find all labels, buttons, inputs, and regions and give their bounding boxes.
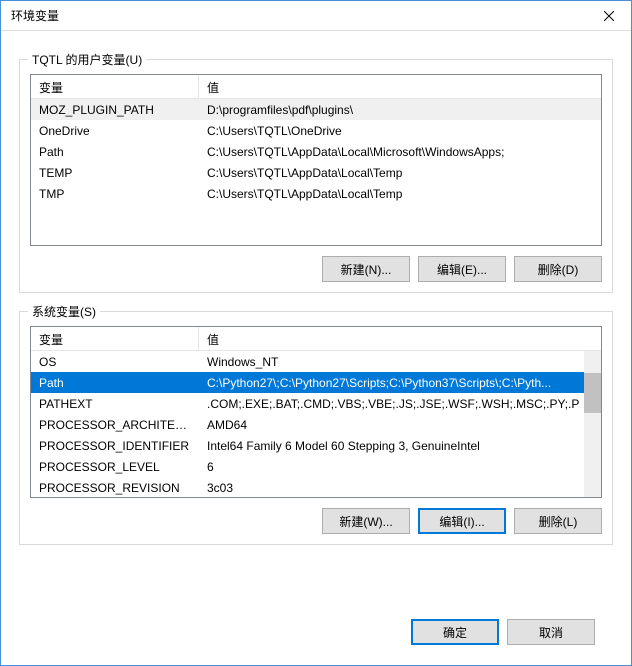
table-row[interactable]: MOZ_PLUGIN_PATHD:\programfiles\pdf\plugi…	[31, 99, 601, 120]
cell-variable: Path	[31, 374, 199, 392]
table-row[interactable]: OSWindows_NT	[31, 351, 601, 372]
system-button-row: 新建(W)... 编辑(I)... 删除(L)	[30, 508, 602, 534]
env-vars-dialog: 环境变量 TQTL 的用户变量(U) 变量 值 MOZ_PLUGIN_PATHD…	[0, 0, 632, 666]
system-table-header: 变量 值	[31, 327, 601, 351]
col-variable[interactable]: 变量	[31, 75, 199, 98]
col-value[interactable]: 值	[199, 75, 601, 98]
cell-variable: TEMP	[31, 164, 199, 182]
titlebar: 环境变量	[1, 1, 631, 31]
cell-value: Intel64 Family 6 Model 60 Stepping 3, Ge…	[199, 437, 601, 455]
system-vars-group: 系统变量(S) 变量 值 OSWindows_NTPathC:\Python27…	[19, 311, 613, 545]
close-icon	[604, 11, 614, 21]
cell-value: C:\Users\TQTL\OneDrive	[199, 122, 601, 140]
table-row[interactable]: OneDriveC:\Users\TQTL\OneDrive	[31, 120, 601, 141]
cell-value: .COM;.EXE;.BAT;.CMD;.VBS;.VBE;.JS;.JSE;.…	[199, 395, 601, 413]
table-row[interactable]: PathC:\Python27\;C:\Python27\Scripts;C:\…	[31, 372, 601, 393]
user-new-button[interactable]: 新建(N)...	[322, 256, 410, 282]
cancel-button[interactable]: 取消	[507, 619, 595, 645]
cell-variable: PROCESSOR_IDENTIFIER	[31, 437, 199, 455]
table-row[interactable]: PROCESSOR_REVISION3c03	[31, 477, 601, 497]
col-variable[interactable]: 变量	[31, 327, 199, 350]
window-title: 环境变量	[11, 7, 59, 24]
cell-variable: PROCESSOR_REVISION	[31, 479, 199, 497]
cell-value: AMD64	[199, 416, 601, 434]
system-vars-label: 系统变量(S)	[28, 303, 100, 320]
system-vars-table[interactable]: 变量 值 OSWindows_NTPathC:\Python27\;C:\Pyt…	[30, 326, 602, 498]
ok-button[interactable]: 确定	[411, 619, 499, 645]
table-row[interactable]: PATHEXT.COM;.EXE;.BAT;.CMD;.VBS;.VBE;.JS…	[31, 393, 601, 414]
col-value[interactable]: 值	[199, 327, 601, 350]
table-row[interactable]: PROCESSOR_LEVEL6	[31, 456, 601, 477]
system-scrollbar[interactable]	[584, 351, 601, 497]
cell-value: D:\programfiles\pdf\plugins\	[199, 101, 601, 119]
cell-variable: PATHEXT	[31, 395, 199, 413]
user-vars-label: TQTL 的用户变量(U)	[28, 51, 146, 68]
cell-variable: OneDrive	[31, 122, 199, 140]
close-button[interactable]	[586, 1, 631, 30]
cell-value: C:\Users\TQTL\AppData\Local\Temp	[199, 185, 601, 203]
cell-variable: MOZ_PLUGIN_PATH	[31, 101, 199, 119]
user-button-row: 新建(N)... 编辑(E)... 删除(D)	[30, 256, 602, 282]
table-row[interactable]: PROCESSOR_IDENTIFIERIntel64 Family 6 Mod…	[31, 435, 601, 456]
cell-value: C:\Users\TQTL\AppData\Local\Microsoft\Wi…	[199, 143, 601, 161]
table-row[interactable]: TMPC:\Users\TQTL\AppData\Local\Temp	[31, 183, 601, 204]
cell-variable: Path	[31, 143, 199, 161]
cell-variable: PROCESSOR_LEVEL	[31, 458, 199, 476]
user-delete-button[interactable]: 删除(D)	[514, 256, 602, 282]
user-table-header: 变量 值	[31, 75, 601, 99]
user-edit-button[interactable]: 编辑(E)...	[418, 256, 506, 282]
user-vars-group: TQTL 的用户变量(U) 变量 值 MOZ_PLUGIN_PATHD:\pro…	[19, 59, 613, 293]
table-row[interactable]: PROCESSOR_ARCHITECTAMD64	[31, 414, 601, 435]
scrollbar-thumb[interactable]	[584, 373, 601, 413]
cell-value: C:\Python27\;C:\Python27\Scripts;C:\Pyth…	[199, 374, 601, 392]
dialog-footer: 确定 取消	[19, 607, 613, 651]
cell-value: 6	[199, 458, 601, 476]
cell-value: 3c03	[199, 479, 601, 497]
table-row[interactable]: PathC:\Users\TQTL\AppData\Local\Microsof…	[31, 141, 601, 162]
cell-value: C:\Users\TQTL\AppData\Local\Temp	[199, 164, 601, 182]
user-vars-table[interactable]: 变量 值 MOZ_PLUGIN_PATHD:\programfiles\pdf\…	[30, 74, 602, 246]
cell-variable: OS	[31, 353, 199, 371]
cell-variable: PROCESSOR_ARCHITECT	[31, 416, 199, 434]
dialog-content: TQTL 的用户变量(U) 变量 值 MOZ_PLUGIN_PATHD:\pro…	[1, 31, 631, 665]
system-edit-button[interactable]: 编辑(I)...	[418, 508, 506, 534]
cell-value: Windows_NT	[199, 353, 601, 371]
table-row[interactable]: TEMPC:\Users\TQTL\AppData\Local\Temp	[31, 162, 601, 183]
system-delete-button[interactable]: 删除(L)	[514, 508, 602, 534]
system-new-button[interactable]: 新建(W)...	[322, 508, 410, 534]
cell-variable: TMP	[31, 185, 199, 203]
